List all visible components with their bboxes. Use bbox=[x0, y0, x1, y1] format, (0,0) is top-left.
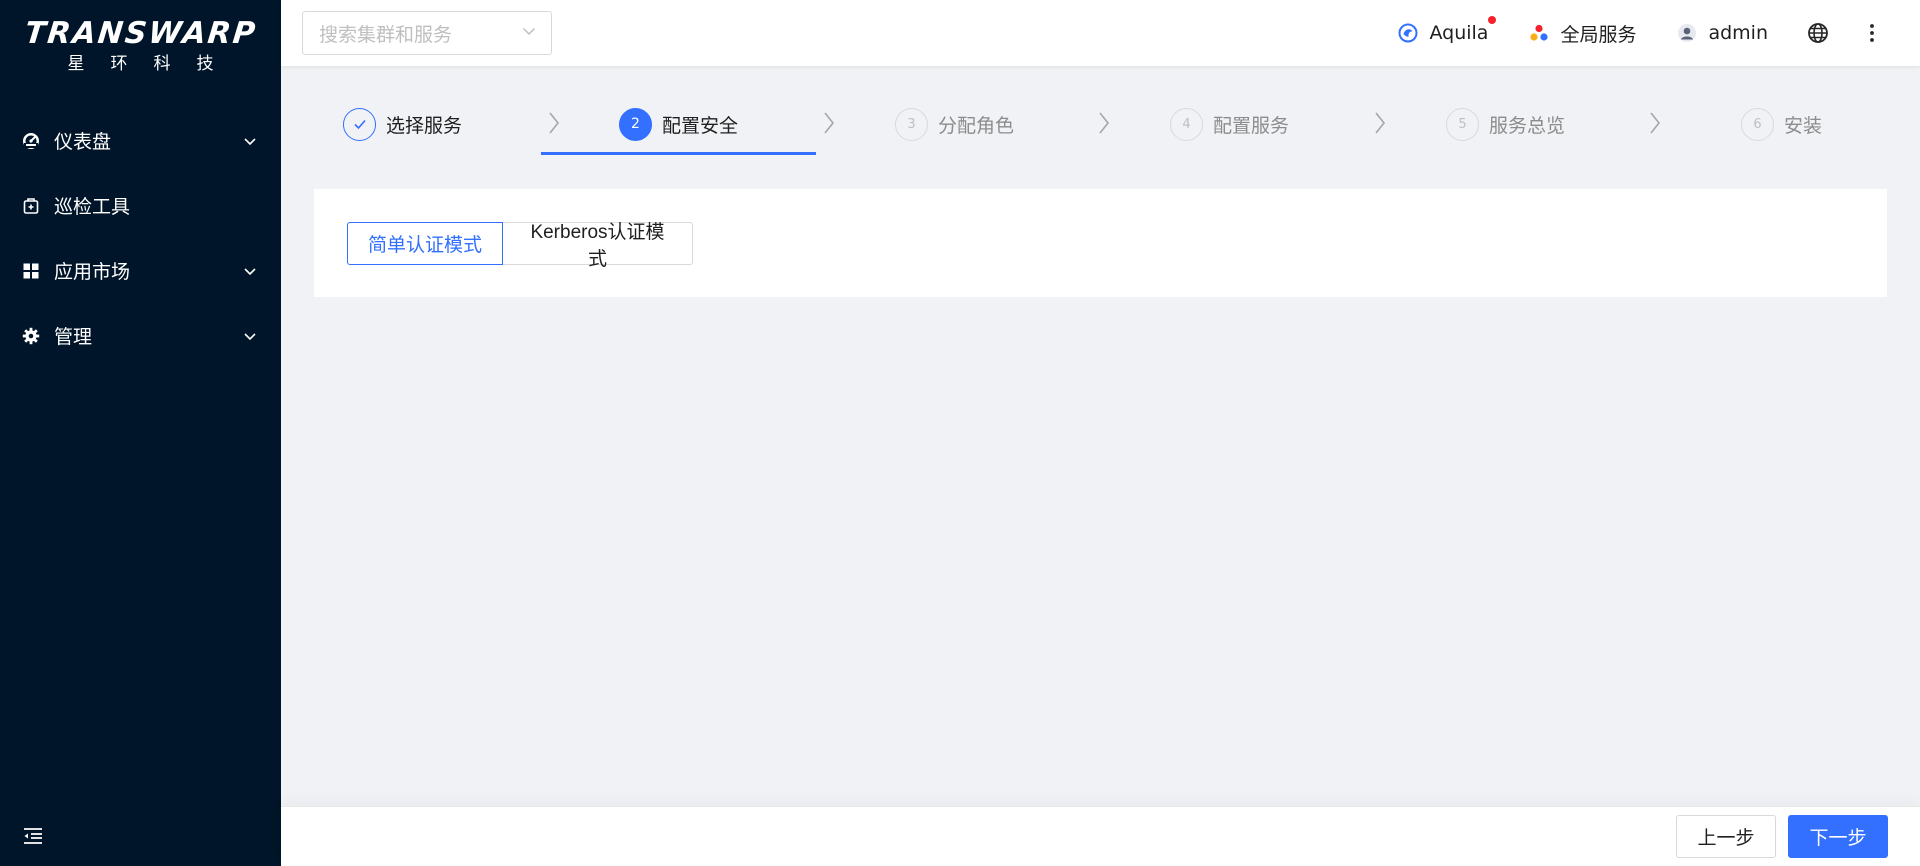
sidebar: TRANSWARP 星环科技 仪表盘 巡检工具 应用市场 管理 bbox=[0, 0, 281, 866]
chevron-down-icon bbox=[243, 134, 257, 148]
step-configure-security[interactable]: 2 配置安全 bbox=[619, 106, 738, 142]
more-vertical-icon[interactable] bbox=[1860, 21, 1884, 45]
install-steps: 选择服务 2 配置安全 3 分配角色 4 配置服务 5 服务总览 6 安装 bbox=[281, 66, 1920, 156]
step-number: 3 bbox=[895, 107, 928, 141]
step-separator-icon bbox=[1650, 112, 1661, 134]
check-icon bbox=[343, 107, 376, 141]
step-label: 选择服务 bbox=[386, 114, 463, 137]
step-install[interactable]: 6 安装 bbox=[1741, 106, 1822, 142]
chevron-down-icon bbox=[243, 329, 257, 343]
step-service-overview[interactable]: 5 服务总览 bbox=[1446, 106, 1565, 142]
auth-mode-switch: 简单认证模式 Kerberos认证模式 bbox=[347, 222, 693, 270]
step-label: 安装 bbox=[1784, 114, 1823, 137]
step-label: 配置服务 bbox=[1213, 114, 1290, 137]
notification-dot bbox=[1488, 16, 1497, 24]
step-number: 4 bbox=[1170, 107, 1203, 141]
sidebar-item-dashboard[interactable]: 仪表盘 bbox=[0, 108, 281, 173]
step-label: 分配角色 bbox=[938, 114, 1015, 137]
top-header: 搜索集群和服务 Aquila 全局服务 admin bbox=[281, 0, 1920, 66]
brand-name-cn: 星环科技 bbox=[67, 54, 240, 74]
user-name: admin bbox=[1708, 22, 1768, 44]
wizard-footer: 上一步 下一步 bbox=[281, 806, 1920, 866]
header-actions: Aquila 全局服务 admin bbox=[1357, 0, 1920, 66]
step-assign-roles[interactable]: 3 分配角色 bbox=[895, 106, 1014, 142]
chevron-down-icon bbox=[243, 264, 257, 278]
dashboard-icon bbox=[22, 132, 40, 150]
sidebar-menu: 仪表盘 巡检工具 应用市场 管理 bbox=[0, 108, 281, 368]
sidebar-item-appstore[interactable]: 应用市场 bbox=[0, 238, 281, 303]
next-step-button[interactable]: 下一步 bbox=[1788, 815, 1888, 858]
sidebar-item-label: 仪表盘 bbox=[54, 131, 112, 153]
aquila-label: Aquila bbox=[1429, 22, 1489, 44]
simple-auth-mode-button[interactable]: 简单认证模式 bbox=[347, 222, 503, 265]
sidebar-item-label: 巡检工具 bbox=[54, 196, 131, 218]
step-number: 6 bbox=[1741, 107, 1774, 141]
global-services-icon bbox=[1528, 22, 1550, 44]
step-separator-icon bbox=[1099, 112, 1110, 134]
inspection-icon bbox=[22, 197, 40, 215]
step-label: 服务总览 bbox=[1489, 114, 1566, 137]
aquila-button[interactable]: Aquila bbox=[1397, 16, 1497, 44]
globe-icon[interactable] bbox=[1806, 21, 1830, 45]
brand-name-en: TRANSWARP bbox=[22, 16, 259, 51]
security-config-card: 简单认证模式 Kerberos认证模式 bbox=[314, 189, 1887, 297]
prev-step-button[interactable]: 上一步 bbox=[1676, 815, 1776, 858]
step-separator-icon bbox=[1375, 112, 1386, 134]
global-services-button[interactable]: 全局服务 bbox=[1528, 20, 1636, 47]
step-select-service[interactable]: 选择服务 bbox=[343, 106, 462, 142]
step-number: 5 bbox=[1446, 107, 1479, 141]
chevron-down-icon bbox=[521, 23, 537, 43]
brand-logo[interactable]: TRANSWARP 星环科技 bbox=[0, 0, 281, 88]
kerberos-auth-mode-button[interactable]: Kerberos认证模式 bbox=[503, 222, 693, 270]
step-label: 配置安全 bbox=[662, 114, 739, 137]
aquila-icon bbox=[1397, 22, 1419, 44]
appstore-icon bbox=[22, 262, 40, 280]
global-services-label: 全局服务 bbox=[1560, 23, 1637, 46]
active-step-indicator bbox=[541, 152, 816, 155]
user-menu[interactable]: admin bbox=[1676, 22, 1768, 44]
step-configure-services[interactable]: 4 配置服务 bbox=[1170, 106, 1289, 142]
user-avatar-icon bbox=[1676, 22, 1698, 44]
sidebar-item-label: 管理 bbox=[54, 326, 93, 348]
cluster-search-placeholder: 搜索集群和服务 bbox=[319, 23, 453, 46]
step-separator-icon bbox=[549, 112, 560, 134]
cluster-search-select[interactable]: 搜索集群和服务 bbox=[302, 11, 552, 55]
menu-fold-icon[interactable] bbox=[22, 826, 44, 846]
step-separator-icon bbox=[824, 112, 835, 134]
sidebar-item-inspection[interactable]: 巡检工具 bbox=[0, 173, 281, 238]
step-number: 2 bbox=[619, 107, 652, 141]
sidebar-item-label: 应用市场 bbox=[54, 261, 131, 283]
sidebar-item-management[interactable]: 管理 bbox=[0, 303, 281, 368]
gear-icon bbox=[22, 327, 40, 345]
